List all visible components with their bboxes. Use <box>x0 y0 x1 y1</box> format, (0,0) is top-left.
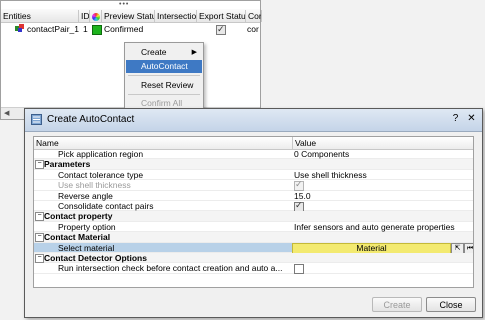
menu-item-autocontact[interactable]: AutoContact <box>126 60 202 73</box>
entity-color-swatch[interactable] <box>92 23 102 35</box>
dialog-app-icon <box>31 114 42 125</box>
panel-grip-icon[interactable]: ••• <box>119 1 129 8</box>
row-value[interactable]: 0 Components <box>294 149 349 159</box>
row-label: Consolidate contact pairs <box>58 201 154 211</box>
row-label: Run intersection check before contact cr… <box>58 263 283 274</box>
close-button[interactable]: Close <box>426 297 476 312</box>
col-intersection[interactable]: Intersection <box>155 10 197 22</box>
create-autocontact-dialog: Create AutoContact ? ✕ Name Value Pick a… <box>24 108 483 318</box>
col-export-status[interactable]: Export Status <box>197 10 246 22</box>
col-id[interactable]: ID <box>79 10 90 22</box>
close-icon[interactable]: ✕ <box>465 112 478 125</box>
row-contact-tolerance-type[interactable]: Contact tolerance type Use shell thickne… <box>34 169 473 181</box>
col-cor[interactable]: Cor <box>246 10 262 22</box>
group-contact-detector-options[interactable]: − Contact Detector Options <box>34 253 473 264</box>
row-label: Contact tolerance type <box>58 169 144 180</box>
property-option-select[interactable]: Infer sensors and auto generate properti… <box>294 222 455 232</box>
menu-separator <box>128 94 200 95</box>
collapse-icon[interactable]: − <box>35 160 44 170</box>
use-shell-thickness-checkbox <box>294 179 304 191</box>
group-contact-material[interactable]: − Contact Material <box>34 232 473 243</box>
consolidate-checkbox[interactable] <box>294 200 304 212</box>
table-row[interactable]: contactPair_1 1 Confirmed cor <box>1 23 260 35</box>
property-grid: Name Value Pick application region 0 Com… <box>33 136 474 288</box>
collapse-icon[interactable]: − <box>35 233 44 243</box>
menu-separator <box>128 75 200 76</box>
entity-id: 1 <box>83 24 88 34</box>
dialog-titlebar[interactable]: Create AutoContact ? ✕ <box>25 109 482 132</box>
reset-selection-icon[interactable]: ⏮ <box>464 242 473 254</box>
row-label: Property option <box>58 221 116 232</box>
color-wheel-icon <box>92 12 100 21</box>
group-contact-property[interactable]: − Contact property <box>34 211 473 222</box>
export-status-checkbox[interactable] <box>216 23 226 35</box>
menu-item-label: Create <box>141 47 167 57</box>
row-select-material[interactable]: Select material Material ⇱ ⏮ <box>34 242 473 254</box>
name-column-header[interactable]: Name <box>36 137 59 149</box>
value-column-header[interactable]: Value <box>292 137 316 149</box>
cor-cell: cor <box>247 24 259 34</box>
col-entities[interactable]: Entities <box>1 10 79 22</box>
group-label: Contact property <box>44 211 113 222</box>
group-parameters[interactable]: − Parameters <box>34 159 473 170</box>
dialog-title: Create AutoContact <box>47 114 135 125</box>
row-use-shell-thickness: Use shell thickness <box>34 179 473 191</box>
material-selector-field[interactable]: Material <box>292 242 451 254</box>
col-color[interactable] <box>90 10 102 22</box>
browser-column-header: Entities ID Preview Status Intersection … <box>1 9 262 23</box>
contact-pair-icon <box>15 23 25 36</box>
intersection-check-checkbox[interactable] <box>294 263 304 275</box>
col-preview-status[interactable]: Preview Status <box>102 10 155 22</box>
group-label: Contact Material <box>44 232 111 243</box>
scroll-left-icon[interactable]: ◀ <box>4 108 9 119</box>
row-label: Select material <box>58 242 115 253</box>
row-label: Use shell thickness <box>58 180 131 191</box>
menu-item-create[interactable]: Create ▶ <box>126 46 202 59</box>
row-run-intersection-check[interactable]: Run intersection check before contact cr… <box>34 263 473 275</box>
row-label: Pick application region <box>58 149 144 159</box>
row-consolidate-contact-pairs[interactable]: Consolidate contact pairs <box>34 200 473 212</box>
group-label: Parameters <box>44 159 91 170</box>
row-reverse-angle[interactable]: Reverse angle 15.0 <box>34 191 473 201</box>
submenu-arrow-icon: ▶ <box>191 49 197 56</box>
pick-material-icon[interactable]: ⇱ <box>451 242 464 254</box>
row-property-option[interactable]: Property option Infer sensors and auto g… <box>34 221 473 233</box>
entity-name: contactPair_1 <box>27 24 79 34</box>
help-icon[interactable]: ? <box>449 112 462 125</box>
group-label: Contact Detector Options <box>44 253 147 263</box>
menu-item-reset-review[interactable]: Reset Review <box>126 79 202 92</box>
preview-status: Confirmed <box>104 24 144 34</box>
row-label: Reverse angle <box>58 190 113 201</box>
collapse-icon[interactable]: − <box>35 212 44 222</box>
collapse-icon[interactable]: − <box>35 254 44 263</box>
row-value[interactable]: Use shell thickness <box>294 170 367 180</box>
create-button[interactable]: Create <box>372 297 422 312</box>
context-menu: Create ▶ AutoContact Reset Review Confir… <box>124 42 204 112</box>
row-pick-application-region[interactable]: Pick application region 0 Components <box>34 149 473 160</box>
